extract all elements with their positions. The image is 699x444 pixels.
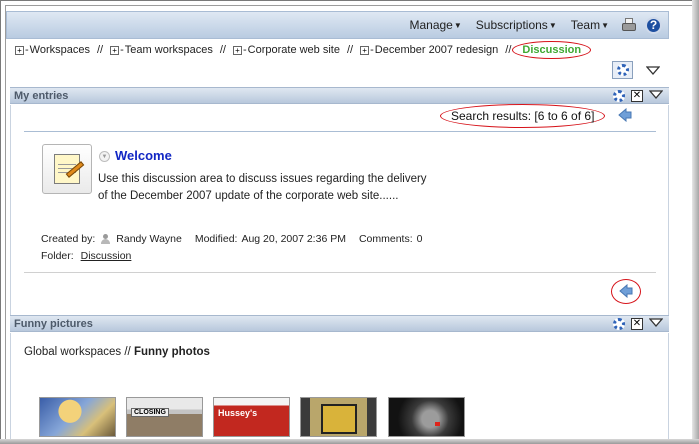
close-icon[interactable]: ✕ — [631, 89, 643, 102]
photo-thumbnail[interactable] — [39, 397, 116, 437]
dropdown-arrow-icon: ▼ — [601, 20, 609, 30]
breadcrumb-separator: // — [505, 44, 512, 56]
scrollbar[interactable] — [670, 86, 684, 438]
comments-value: 0 — [416, 233, 423, 245]
divider — [24, 272, 656, 273]
breadcrumb-separator: // — [346, 44, 354, 56]
folder-line: Folder: Discussion — [41, 250, 131, 262]
photo-thumbnail[interactable]: Hussey's — [213, 397, 290, 437]
panel-body-my-entries — [10, 105, 669, 315]
user-icon — [100, 233, 111, 245]
panel-title: Funny pictures — [14, 317, 93, 330]
right-shadow — [692, 0, 699, 444]
breadcrumb-item-december-redesign[interactable]: + - December 2007 redesign — [360, 44, 498, 56]
breadcrumb-label[interactable]: Workspaces — [30, 44, 90, 56]
breadcrumb-item-team-workspaces[interactable]: + - Team workspaces — [110, 44, 213, 56]
thumbnail-caption: CLOSING — [131, 408, 169, 417]
gear-icon[interactable] — [613, 317, 625, 330]
entry-title-link[interactable]: Welcome — [115, 148, 172, 163]
printer-icon[interactable] — [621, 17, 637, 33]
modified-label: Modified: — [194, 233, 238, 245]
bottom-shadow — [0, 439, 699, 444]
gear-icon[interactable] — [613, 89, 625, 102]
breadcrumb-label[interactable]: Team workspaces — [125, 44, 213, 56]
back-arrow-icon[interactable] — [619, 284, 633, 298]
breadcrumb-label[interactable]: Corporate web site — [248, 44, 340, 56]
entry-menu-icon[interactable]: ▼ — [99, 151, 110, 162]
expand-plus-icon[interactable]: + — [360, 45, 370, 55]
thumbnail-caption: Hussey's — [218, 408, 258, 418]
expand-plus-icon[interactable]: + — [110, 45, 120, 55]
panel-header-funny-pictures: Funny pictures ✕ — [10, 315, 669, 332]
divider — [24, 131, 656, 132]
top-toolbar: Manage ▼ Subscriptions ▼ Team ▼ ? — [6, 11, 669, 39]
menu-manage-label: Manage — [409, 18, 453, 32]
collapse-arrow-icon[interactable] — [645, 66, 661, 78]
menu-manage[interactable]: Manage ▼ — [409, 18, 461, 32]
menu-subscriptions[interactable]: Subscriptions ▼ — [476, 18, 557, 32]
dropdown-arrow-icon: ▼ — [548, 20, 557, 30]
back-arrow-icon[interactable] — [618, 108, 632, 122]
comments-label: Comments: — [358, 233, 413, 245]
panel-header-my-entries: My entries ✕ — [10, 87, 669, 104]
entry-meta: Created by: Randy Wayne Modified: Aug 20… — [41, 233, 422, 245]
workspace-path: Global workspaces // Funny photos — [24, 346, 210, 358]
breadcrumb-separator: // — [97, 44, 104, 56]
workspace-path-current: Funny photos — [133, 346, 210, 358]
breadcrumb-item-corporate-web-site[interactable]: + - Corporate web site — [232, 44, 340, 56]
gear-icon — [616, 64, 629, 76]
modified-value: Aug 20, 2007 2:36 PM — [241, 233, 346, 245]
close-icon[interactable]: ✕ — [631, 317, 643, 330]
discussion-notepad-icon[interactable] — [42, 144, 92, 194]
breadcrumb: + - Workspaces // + - Team workspaces // +… — [15, 40, 592, 60]
workspace-path-prefix[interactable]: Global workspaces // — [24, 346, 134, 358]
collapse-arrow-icon[interactable] — [648, 317, 664, 330]
dropdown-arrow-icon: ▼ — [453, 20, 462, 30]
page-settings-button[interactable] — [612, 61, 633, 79]
breadcrumb-current: Discussion — [512, 41, 592, 59]
menu-subscriptions-label: Subscriptions — [475, 18, 548, 32]
search-results-count: Search results: [6 to 6 of 6] — [440, 104, 606, 128]
created-by-value[interactable]: Randy Wayne — [116, 233, 182, 245]
expand-plus-icon[interactable]: + — [232, 45, 242, 55]
folder-label: Folder: — [41, 250, 74, 262]
expand-plus-icon[interactable]: + — [15, 45, 24, 55]
collapse-arrow-icon[interactable] — [648, 89, 664, 102]
photo-thumbnail[interactable] — [388, 397, 465, 437]
panel-title: My entries — [14, 89, 69, 102]
created-by-label: Created by: — [41, 233, 96, 245]
photo-thumbnail[interactable]: CLOSING — [126, 397, 203, 437]
help-icon[interactable]: ? — [645, 16, 662, 34]
menu-team-label: Team — [570, 18, 601, 32]
folder-link[interactable]: Discussion — [81, 250, 132, 262]
breadcrumb-label[interactable]: December 2007 redesign — [375, 44, 499, 56]
breadcrumb-separator: // — [219, 44, 226, 56]
breadcrumb-item-workspaces[interactable]: + - Workspaces — [15, 44, 90, 56]
photo-thumbnail[interactable] — [300, 397, 377, 437]
menu-team[interactable]: Team ▼ — [571, 18, 609, 32]
entry-description: Use this discussion area to discuss issu… — [98, 173, 427, 202]
